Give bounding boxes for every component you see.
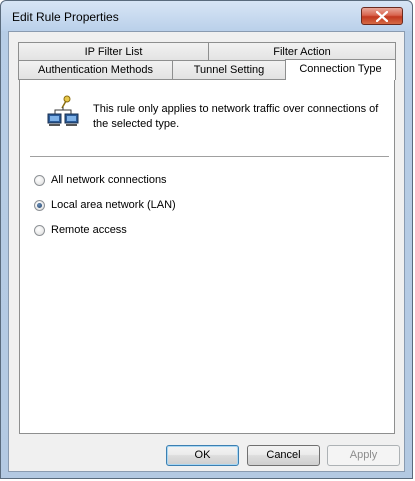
- connection-type-panel: This rule only applies to network traffi…: [19, 79, 395, 434]
- radio-button[interactable]: [34, 225, 45, 236]
- radio-label: Local area network (LAN): [51, 199, 176, 211]
- dialog-client: IP Filter List Filter Action Authenticat…: [8, 31, 405, 472]
- tab-ip-filter-list[interactable]: IP Filter List: [18, 42, 209, 62]
- panel-description: This rule only applies to network traffi…: [93, 103, 379, 130]
- tab-label: IP Filter List: [84, 46, 143, 58]
- tab-label: Tunnel Setting: [193, 64, 265, 76]
- close-button[interactable]: [361, 7, 403, 25]
- radio-button[interactable]: [34, 175, 45, 186]
- window-title: Edit Rule Properties: [12, 10, 119, 24]
- tab-authentication-methods[interactable]: Authentication Methods: [18, 60, 173, 80]
- tab-label: Authentication Methods: [38, 64, 153, 76]
- radio-button-checked[interactable]: [34, 200, 45, 211]
- ok-button[interactable]: OK: [166, 445, 239, 466]
- network-connection-icon: [47, 95, 79, 126]
- apply-button[interactable]: Apply: [327, 445, 400, 466]
- tab-label: Connection Type: [299, 63, 382, 75]
- cancel-button[interactable]: Cancel: [247, 445, 320, 466]
- close-icon: [376, 11, 388, 22]
- tab-connection-type[interactable]: Connection Type: [285, 59, 396, 80]
- radio-label: All network connections: [51, 174, 167, 186]
- panel-divider: [30, 156, 389, 157]
- dialog-window: Edit Rule Properties IP Filter List Filt…: [0, 0, 413, 479]
- title-bar[interactable]: Edit Rule Properties: [1, 1, 412, 31]
- radio-label: Remote access: [51, 224, 127, 236]
- tab-label: Filter Action: [273, 46, 331, 58]
- tab-tunnel-setting[interactable]: Tunnel Setting: [172, 60, 286, 80]
